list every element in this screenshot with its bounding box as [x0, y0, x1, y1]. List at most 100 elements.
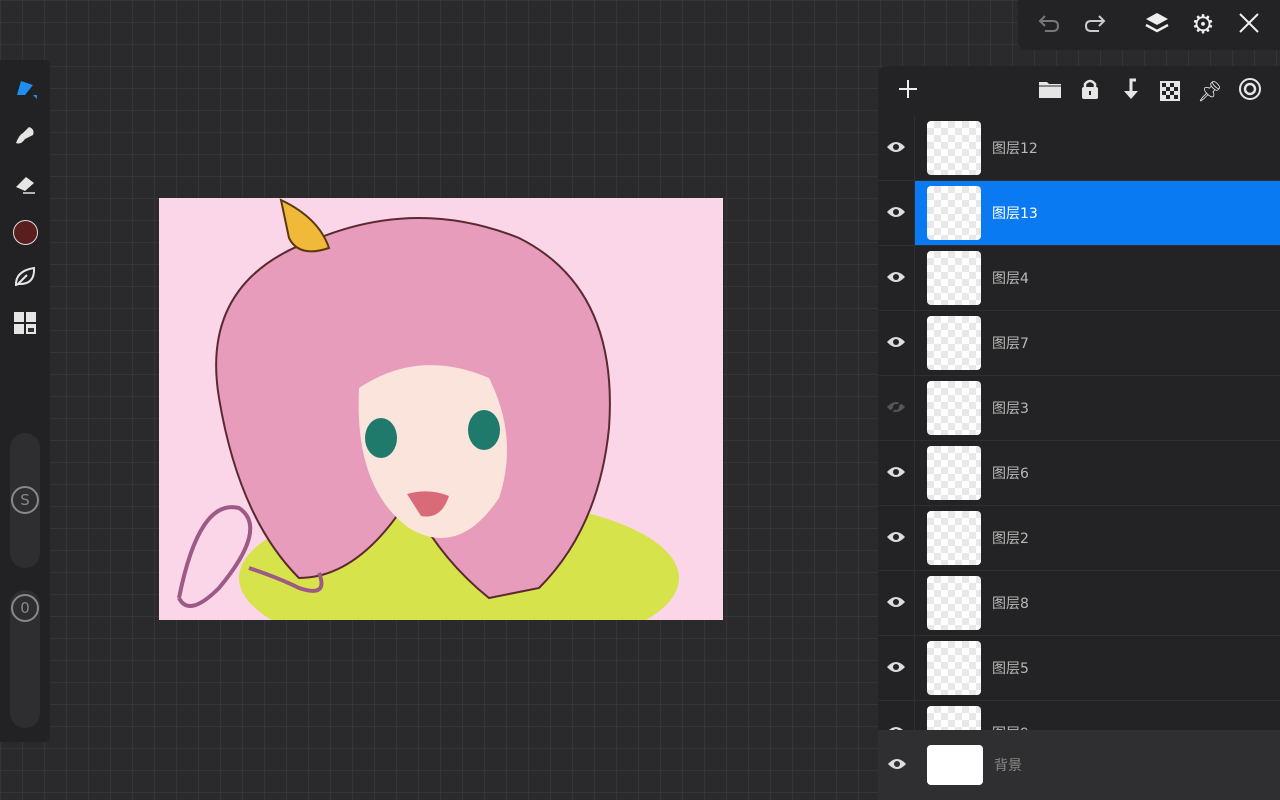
layers-panel: 📌︎ 图层12 图层13 图层4 图层7 图层3 图层6 图层2 图层8 图层5… [878, 66, 1280, 800]
layer-row[interactable]: 图层13 [878, 181, 1280, 246]
eye-icon [886, 594, 906, 613]
layers-icon [1144, 11, 1170, 39]
eye-icon [886, 139, 906, 158]
layer-row[interactable]: 图层4 [878, 246, 1280, 311]
hair-clip [279, 198, 331, 253]
undo-icon [1037, 12, 1061, 38]
visibility-toggle[interactable] [878, 701, 915, 730]
visibility-toggle[interactable] [878, 116, 915, 180]
layer-thumbnail [927, 641, 981, 695]
top-bar: ⚙ [1018, 0, 1280, 50]
plus-icon [897, 78, 919, 104]
gear-icon: ⚙ [1191, 10, 1215, 40]
layer-name: 背景 [994, 758, 1022, 774]
grid-icon [13, 311, 37, 339]
layer-thumbnail [927, 706, 981, 730]
left-toolbar: S 0 [0, 60, 50, 742]
color-picker[interactable] [10, 217, 40, 247]
layer-thumbnail [927, 251, 981, 305]
color-swatch-icon [12, 219, 38, 245]
close-button[interactable] [1226, 5, 1272, 45]
brush-icon [13, 75, 37, 103]
right-eye [468, 410, 500, 450]
group-button[interactable] [1030, 71, 1070, 111]
merge-down-icon [1120, 78, 1140, 104]
lock-icon [1080, 78, 1100, 104]
add-layer-button[interactable] [888, 71, 928, 111]
target-icon [1238, 77, 1262, 105]
visibility-toggle[interactable] [878, 756, 915, 775]
layer-name: 图层7 [992, 336, 1029, 352]
layer-name: 图层4 [992, 271, 1029, 287]
layer-row[interactable]: 图层8 [878, 571, 1280, 636]
smudge-tool[interactable] [10, 122, 40, 152]
layer-list[interactable]: 图层12 图层13 图层4 图层7 图层3 图层6 图层2 图层8 图层5 图层… [878, 116, 1280, 730]
checkerboard-icon [1160, 81, 1180, 101]
layer-name: 图层2 [992, 531, 1029, 547]
gallery-tool[interactable] [10, 310, 40, 340]
layer-name: 图层13 [992, 206, 1038, 222]
layer-name: 图层3 [992, 401, 1029, 417]
pin-button[interactable]: 📌︎ [1190, 71, 1230, 111]
visibility-toggle[interactable] [878, 311, 915, 375]
eraser-tool[interactable] [10, 170, 40, 200]
transparency-button[interactable] [1150, 71, 1190, 111]
redo-button[interactable] [1072, 5, 1118, 45]
pin-icon: 📌︎ [1197, 79, 1223, 103]
brush-tool[interactable] [10, 74, 40, 104]
eye-icon [886, 334, 906, 353]
undo-button[interactable] [1026, 5, 1072, 45]
visibility-toggle[interactable] [878, 246, 915, 310]
folder-icon [1038, 79, 1062, 103]
adjust-tool[interactable] [10, 264, 40, 294]
layer-row[interactable]: 图层12 [878, 116, 1280, 181]
layer-name: 图层5 [992, 661, 1029, 677]
layer-row[interactable]: 图层2 [878, 506, 1280, 571]
brush-size-slider[interactable]: S [10, 433, 40, 568]
visibility-toggle[interactable] [878, 636, 915, 700]
reference-button[interactable] [1230, 71, 1270, 111]
layer-thumbnail [927, 576, 981, 630]
layer-thumbnail [927, 511, 981, 565]
layer-name: 图层9 [992, 723, 1029, 730]
eye-icon [886, 204, 906, 223]
eye-icon [886, 529, 906, 548]
size-knob[interactable]: S [11, 486, 39, 514]
layer-row[interactable]: 图层9 [878, 701, 1280, 730]
eye-icon [886, 269, 906, 288]
layer-thumbnail [927, 121, 981, 175]
layer-row[interactable]: 图层5 [878, 636, 1280, 701]
settings-button[interactable]: ⚙ [1180, 5, 1226, 45]
layers-button[interactable] [1134, 5, 1180, 45]
artwork [177, 198, 679, 620]
smudge-icon [13, 123, 37, 151]
opacity-knob[interactable]: 0 [11, 594, 39, 622]
background-layer[interactable]: 背景 [878, 730, 1280, 800]
visibility-toggle[interactable] [878, 441, 915, 505]
redo-icon [1083, 12, 1107, 38]
lock-button[interactable] [1070, 71, 1110, 111]
leaf-icon [13, 265, 37, 293]
layer-row[interactable]: 图层7 [878, 311, 1280, 376]
layer-thumbnail [927, 381, 981, 435]
layer-row[interactable]: 图层6 [878, 441, 1280, 506]
visibility-toggle[interactable] [878, 376, 915, 440]
layer-name: 图层8 [992, 596, 1029, 612]
eye-off-icon [886, 399, 906, 418]
layer-name: 图层12 [992, 141, 1038, 157]
visibility-toggle[interactable] [878, 571, 915, 635]
left-eye [365, 418, 397, 458]
visibility-toggle[interactable] [878, 506, 915, 570]
layer-thumbnail [927, 446, 981, 500]
layer-row[interactable]: 图层3 [878, 376, 1280, 441]
opacity-slider[interactable]: 0 [10, 590, 40, 728]
eye-icon [886, 464, 906, 483]
layer-thumbnail [927, 745, 983, 785]
merge-down-button[interactable] [1110, 71, 1150, 111]
eye-icon [887, 756, 907, 775]
drawing-canvas[interactable] [159, 198, 723, 620]
layer-thumbnail [927, 186, 981, 240]
close-icon [1238, 12, 1260, 38]
layer-thumbnail [927, 316, 981, 370]
visibility-toggle[interactable] [878, 181, 915, 245]
